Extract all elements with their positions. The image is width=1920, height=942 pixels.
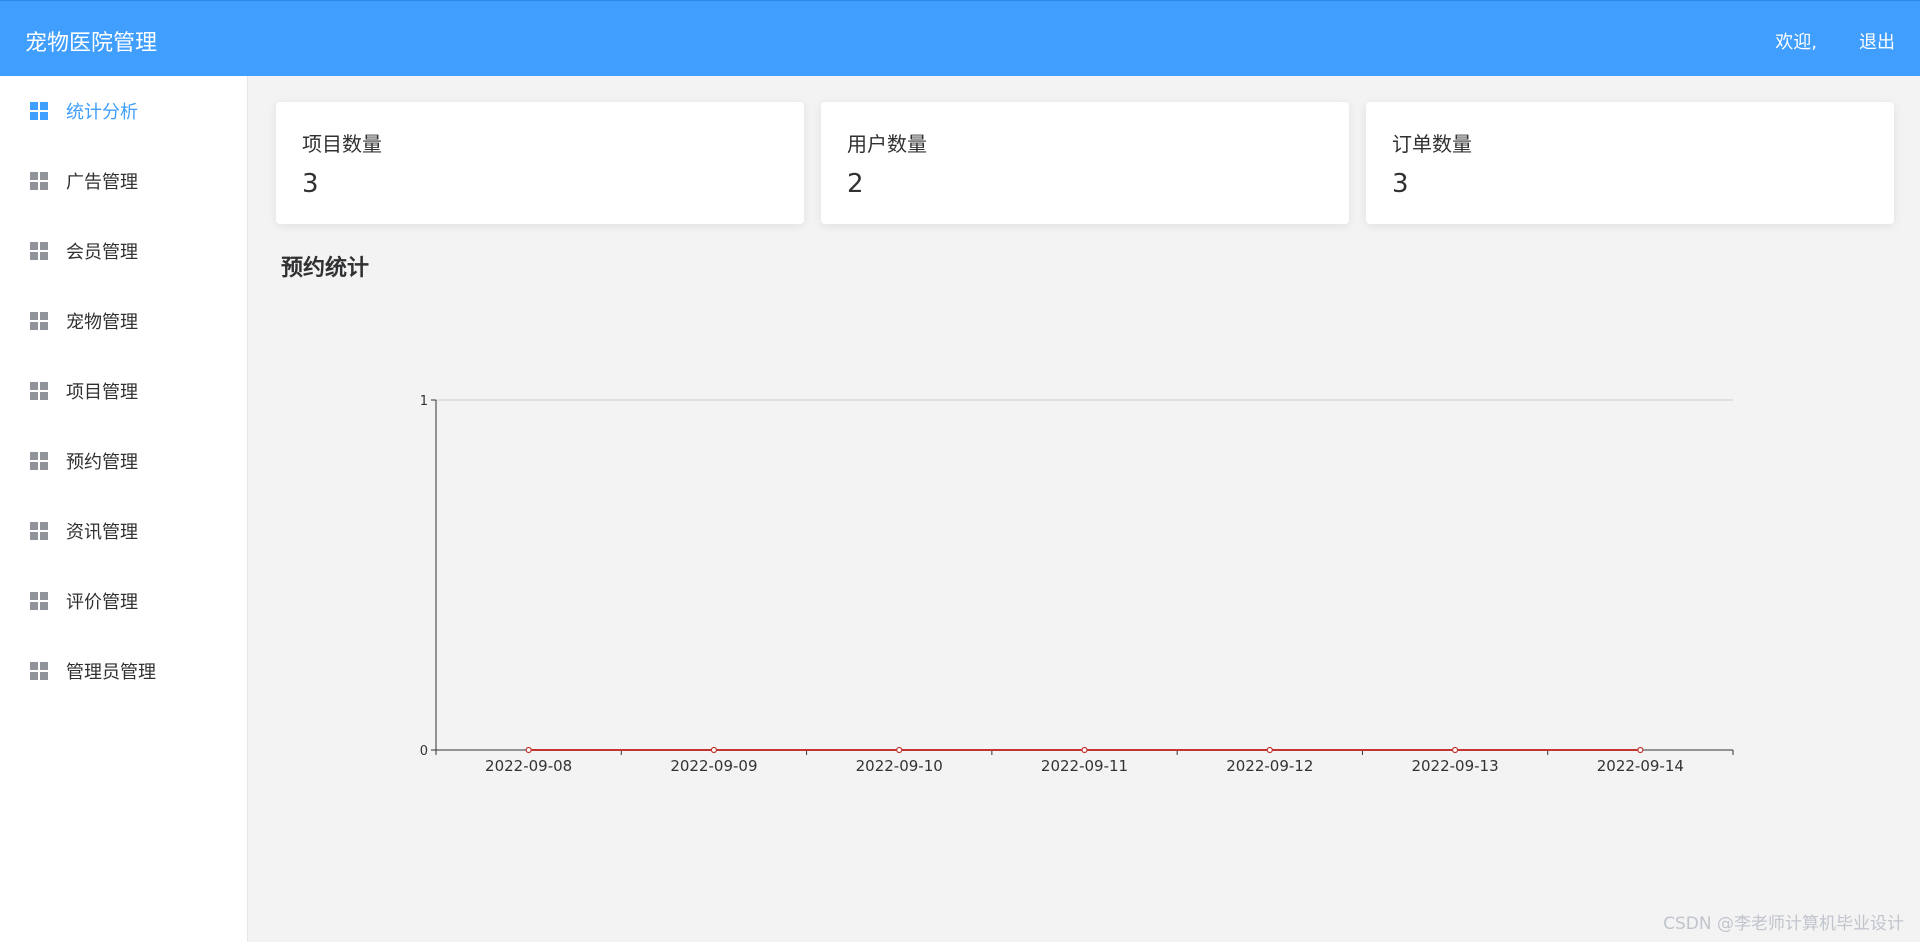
data-point [1266,746,1273,754]
data-point [1637,746,1644,754]
logout-link[interactable]: 退出 [1859,28,1895,54]
grid-icon [30,662,48,680]
sidebar-item-label: 资讯管理 [66,522,138,543]
stat-label: 订单数量 [1392,132,1472,156]
stat-label: 项目数量 [302,132,382,156]
grid-icon [30,592,48,610]
x-tick-label: 2022-09-08 [485,757,572,775]
sidebar-item-statistics[interactable]: 统计分析 [0,76,247,146]
sidebar: 统计分析 广告管理 会员管理 宠物管理 项目管理 预约管理 资讯管理 评价管理 … [0,76,248,942]
grid-icon [30,452,48,470]
x-tick-label: 2022-09-11 [1041,757,1128,775]
grid-icon [30,172,48,190]
x-tick-label: 2022-09-09 [670,757,757,775]
app-title: 宠物医院管理 [25,31,158,56]
data-point [896,746,903,754]
x-tick-label: 2022-09-12 [1226,757,1313,775]
welcome-text: 欢迎, [1775,32,1817,53]
stat-card-projects: 项目数量 3 [276,102,804,224]
sidebar-item-appointments[interactable]: 预约管理 [0,426,247,496]
stat-card-users: 用户数量 2 [821,102,1349,224]
stat-card-orders: 订单数量 3 [1366,102,1894,224]
sidebar-item-label: 统计分析 [66,102,138,123]
sidebar-item-label: 会员管理 [66,242,138,263]
grid-icon [30,102,48,120]
sidebar-item-label: 项目管理 [66,382,138,403]
y-tick-label: 1 [420,394,428,409]
main-content: 项目数量 3 用户数量 2 订单数量 3 预约统计 0 1 2022-09-08 20… [248,76,1920,942]
sidebar-item-label: 管理员管理 [66,662,156,683]
grid-icon [30,522,48,540]
grid-icon [30,382,48,400]
sidebar-item-projects[interactable]: 项目管理 [0,356,247,426]
data-point [710,746,718,754]
stat-label: 用户数量 [847,132,927,156]
section-title: 预约统计 [281,256,370,281]
sidebar-item-label: 广告管理 [66,172,138,193]
data-point [1081,746,1088,754]
data-point [525,746,532,754]
sidebar-item-label: 预约管理 [66,452,138,473]
sidebar-item-label: 宠物管理 [66,312,138,333]
top-header: 宠物医院管理 欢迎, 退出 [0,0,1920,76]
x-tick-label: 2022-09-10 [856,757,943,775]
appointment-line-chart: 0 1 2022-09-08 2022-09-09 2022-09-10 2022-09-… [420,394,1734,775]
stat-value: 3 [1392,169,1409,199]
sidebar-item-reviews[interactable]: 评价管理 [0,566,247,636]
sidebar-item-members[interactable]: 会员管理 [0,216,247,286]
y-tick-label: 0 [420,744,428,759]
data-point [1451,746,1459,754]
watermark: CSDN @李老师计算机毕业设计 [1663,914,1904,934]
stat-value: 3 [302,169,319,199]
x-tick-label: 2022-09-13 [1411,757,1498,775]
x-tick-label: 2022-09-14 [1597,757,1684,775]
sidebar-item-label: 评价管理 [66,592,138,613]
sidebar-item-admins[interactable]: 管理员管理 [0,636,247,706]
grid-icon [30,242,48,260]
sidebar-item-news[interactable]: 资讯管理 [0,496,247,566]
header-actions: 欢迎, 退出 [1775,28,1895,54]
stat-value: 2 [847,169,864,199]
grid-icon [30,312,48,330]
sidebar-item-pets[interactable]: 宠物管理 [0,286,247,356]
sidebar-item-ads[interactable]: 广告管理 [0,146,247,216]
stat-cards: 项目数量 3 用户数量 2 订单数量 3 [276,102,1894,224]
